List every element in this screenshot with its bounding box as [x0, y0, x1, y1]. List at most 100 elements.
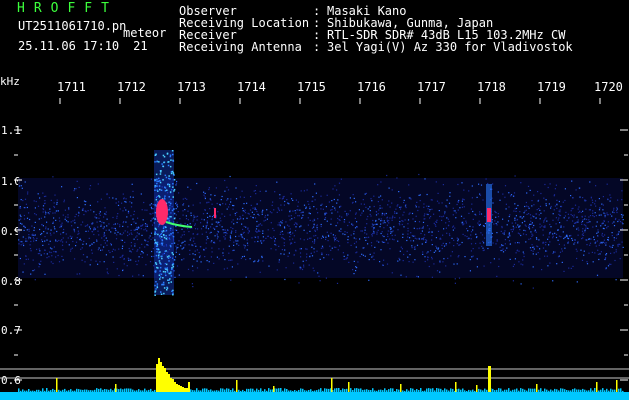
noise-pixel — [100, 225, 102, 227]
noise-pixel — [613, 221, 615, 223]
noise-pixel — [453, 245, 455, 247]
noise-pixel — [299, 266, 301, 268]
signal-noise-bar — [592, 390, 594, 392]
echo-pixel — [173, 208, 175, 210]
noise-pixel — [183, 234, 185, 236]
noise-pixel — [317, 218, 319, 220]
signal-burst-bar — [170, 378, 172, 392]
noise-pixel — [399, 208, 402, 210]
noise-pixel — [337, 199, 339, 201]
noise-pixel — [101, 249, 104, 251]
signal-noise-bar — [100, 388, 102, 392]
noise-pixel — [182, 247, 185, 249]
noise-pixel — [381, 214, 383, 216]
noise-pixel — [150, 203, 153, 205]
noise-pixel — [533, 194, 535, 196]
noise-pixel — [416, 275, 418, 277]
noise-pixel — [71, 236, 73, 238]
noise-pixel — [457, 256, 459, 258]
noise-pixel — [525, 209, 527, 211]
noise-pixel — [372, 219, 374, 222]
noise-pixel — [589, 242, 592, 244]
noise-pixel — [513, 227, 515, 229]
hrofft-window: HROFFT UT2511061710.pn meteor 25.11.06 1… — [0, 0, 629, 400]
signal-noise-bar — [608, 390, 610, 392]
noise-pixel — [512, 265, 514, 267]
noise-pixel — [536, 209, 538, 211]
noise-pixel — [127, 231, 129, 233]
signal-noise-bar — [136, 390, 138, 392]
signal-noise-bar — [422, 390, 424, 392]
noise-pixel — [555, 223, 557, 225]
noise-pixel — [253, 213, 255, 216]
noise-pixel — [310, 237, 312, 239]
noise-pixel — [610, 246, 612, 248]
noise-pixel — [405, 206, 407, 209]
noise-pixel — [519, 229, 521, 231]
signal-noise-bar — [406, 389, 408, 392]
signal-noise-bar — [80, 389, 82, 392]
noise-pixel — [23, 244, 25, 247]
signal-noise-bar — [112, 390, 114, 392]
noise-pixel — [151, 208, 153, 210]
signal-noise-bar — [270, 389, 272, 392]
noise-pixel — [393, 239, 395, 241]
noise-pixel — [99, 211, 101, 213]
noise-pixel — [229, 235, 231, 237]
noise-pixel — [387, 235, 389, 238]
noise-pixel — [555, 217, 557, 219]
noise-pixel — [508, 192, 510, 194]
noise-pixel — [281, 230, 283, 232]
echo-pixel — [167, 217, 170, 220]
signal-noise-bar — [582, 388, 584, 392]
noise-pixel — [369, 206, 371, 208]
noise-pixel — [313, 242, 315, 244]
noise-pixel — [548, 236, 550, 238]
noise-pixel — [607, 214, 609, 216]
noise-pixel — [40, 260, 42, 262]
noise-pixel — [112, 256, 114, 258]
signal-noise-bar — [440, 388, 442, 392]
noise-pixel — [30, 240, 32, 243]
noise-pixel — [281, 222, 283, 224]
noise-pixel — [242, 214, 244, 216]
signal-noise-bar — [84, 389, 86, 392]
signal-noise-bar — [506, 389, 508, 392]
noise-pixel — [386, 224, 388, 226]
noise-pixel — [235, 187, 237, 189]
noise-pixel — [176, 229, 178, 231]
signal-noise-bar — [30, 390, 32, 392]
noise-pixel — [175, 249, 177, 251]
signal-noise-bar — [196, 388, 198, 392]
noise-pixel — [121, 247, 123, 250]
noise-pixel — [26, 229, 28, 231]
noise-pixel — [532, 266, 534, 268]
signal-noise-bar — [288, 390, 290, 392]
noise-pixel — [340, 228, 342, 230]
noise-pixel — [232, 208, 234, 210]
noise-pixel — [34, 213, 36, 215]
noise-pixel — [192, 286, 194, 288]
noise-pixel — [336, 189, 338, 191]
noise-pixel — [289, 228, 291, 230]
noise-pixel — [190, 237, 192, 239]
noise-pixel — [618, 219, 620, 221]
noise-pixel — [394, 211, 396, 213]
noise-pixel — [374, 223, 376, 226]
noise-pixel — [108, 197, 110, 199]
noise-pixel — [554, 232, 556, 234]
noise-pixel — [106, 218, 108, 220]
noise-pixel — [134, 243, 136, 245]
noise-pixel — [146, 209, 148, 211]
noise-pixel — [150, 178, 152, 180]
noise-pixel — [29, 248, 32, 250]
noise-pixel — [151, 218, 153, 220]
noise-pixel — [454, 210, 456, 212]
noise-pixel — [105, 254, 107, 256]
echo-pixel — [160, 233, 163, 235]
noise-pixel — [275, 244, 277, 246]
noise-pixel — [446, 199, 448, 201]
noise-pixel — [379, 205, 381, 207]
noise-pixel — [456, 203, 458, 206]
noise-pixel — [234, 214, 237, 216]
